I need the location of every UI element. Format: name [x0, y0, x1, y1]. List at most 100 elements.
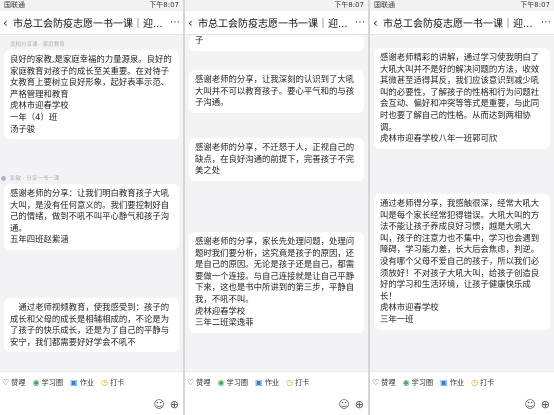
group-title: 市总工会防疫志愿一书一课｜迎...: [13, 19, 163, 30]
tool-like[interactable]: ♡ 赞哩: [372, 378, 396, 388]
title-bar: ‹ 市总工会防疫志愿一书一课｜迎... ⋯: [370, 11, 554, 35]
plus-icon[interactable]: ⊕: [541, 398, 550, 411]
plus-icon[interactable]: ⊕: [355, 398, 364, 411]
post-card[interactable]: 通过老师视频教育，使我感受到：孩子的成长和父母的成长是相辅相成的，不论是为了孩子…: [0, 297, 183, 353]
circle-icon: ◉: [32, 378, 40, 387]
tool-checkin[interactable]: ◷ 打卡: [101, 378, 124, 388]
tool-study-circle[interactable]: ◉ 学习圈: [218, 378, 249, 388]
carrier-label: 国联通: [374, 1, 395, 9]
input-bar: ☺ ⊕: [0, 393, 183, 415]
homework-icon: ▣: [70, 378, 78, 387]
bottom-toolbar: ♡ 赞哩 ◉ 学习圈 ▣ 作业 ◷ 打卡: [0, 371, 183, 393]
title-bar: ‹ 市总工会防疫志愿一书一课｜迎... ⋯: [0, 11, 183, 35]
input-bar: ☺ ⊕: [370, 393, 554, 415]
group-title: 市总工会防疫志愿一书一课｜迎...: [383, 19, 533, 30]
tool-label: 赞哩: [381, 377, 396, 387]
homework-icon: ▣: [255, 378, 263, 387]
circle-icon: ◉: [217, 378, 225, 387]
tool-label: 打卡: [110, 377, 125, 387]
circle-icon: ◉: [402, 378, 410, 387]
post-card[interactable]: 龙柏分享课 · 家庭教育 良好的家教,是家庭幸福的力量源泉。良好的家庭教育对孩子…: [0, 41, 183, 140]
like-icon: ♡: [187, 378, 195, 387]
back-arrow-icon[interactable]: ‹: [3, 16, 13, 30]
clock-label: 下午8:07: [149, 1, 179, 9]
post-body: 感谢老师的分享，家长先处理问题，处理问题时我们要分析，这究竟是孩子的原因，还是自…: [195, 236, 355, 328]
more-icon[interactable]: ⋯: [170, 17, 180, 28]
post-body: 良好的家教,是家庭幸福的力量源泉。良好的家庭教育对孩子的成长至关重要。在对待子女…: [10, 54, 172, 134]
tool-homework[interactable]: ▣ 作业: [255, 378, 279, 388]
post-meta: 彭敏 · 分享一书一课: [10, 176, 60, 182]
post-body: 感谢老师的分享：让我们明白教育孩子大吼大叫，是没有任何意义的。我们要控制好自己的…: [10, 188, 170, 245]
tool-label: 作业: [79, 377, 95, 387]
tool-checkin[interactable]: ◷ 打卡: [471, 378, 494, 388]
post-body: 感谢老师的分享，不迁怒于人，正视自己的缺点，在良好沟通的前提下，完善孩子不完美之…: [195, 142, 355, 176]
post-text: 通过老师视频教育，使我感受到：孩子的成长和父母的成长是相辅相成的，不论是为了孩子…: [4, 298, 179, 353]
emoji-icon[interactable]: ☺: [153, 398, 164, 411]
emoji-icon[interactable]: ☺: [338, 398, 349, 411]
clock-label: 下午8:07: [334, 1, 364, 9]
post-card[interactable]: 彭敏 · 分享一书一课 感谢老师的分享：让我们明白教育孩子大吼大叫，是没有任何意…: [0, 175, 183, 250]
bottom-toolbar: ♡ 赞哩 ◉ 学习圈 ▣ 作业 ◷ 打卡: [185, 371, 368, 393]
tool-like[interactable]: ♡ 赞哩: [187, 378, 211, 388]
message-feed[interactable]: 感谢老师精彩的讲解，通过学习使我明白了大吼大叫并不是好的解决问题的方法，收效其微…: [370, 35, 554, 371]
phone-screen-1: 国联通 下午8:07 ‹ 市总工会防疫志愿一书一课｜迎... ⋯ 龙柏分享课 ·…: [0, 0, 183, 415]
tool-study-circle[interactable]: ◉ 学习圈: [33, 378, 64, 388]
checkin-icon: ◷: [286, 378, 294, 387]
tool-homework[interactable]: ▣ 作业: [70, 378, 94, 388]
homework-icon: ▣: [440, 378, 448, 387]
tool-label: 打卡: [480, 377, 495, 387]
post-text: 感谢老师的分享，让我深刻的认识到了大吼大叫并不可以教育孩子。要心平气和的与孩子沟…: [189, 70, 364, 113]
tool-label: 赞哩: [196, 377, 211, 387]
back-arrow-icon[interactable]: ‹: [188, 16, 198, 30]
input-bar: ☺ ⊕: [185, 393, 368, 415]
tool-checkin[interactable]: ◷ 打卡: [286, 378, 309, 388]
post-card[interactable]: 感谢老师精彩的讲解，通过学习使我明白了大吼大叫并不是好的解决问题的方法，收效其微…: [370, 47, 554, 149]
more-icon[interactable]: ⋯: [355, 17, 365, 28]
status-bar: 下午8:07: [185, 0, 368, 11]
carrier-label: 国联通: [4, 1, 25, 9]
status-bar: 国联通 下午8:07: [0, 0, 183, 11]
post-card[interactable]: 感谢老师的分享，让我深刻的认识到了大吼大叫并不可以教育孩子。要心平气和的与孩子沟…: [185, 69, 368, 113]
post-card[interactable]: 通过老师得分享，我感触很深，经常大吼大叫是每个家长经常犯得错误。大吼大叫的方法不…: [370, 193, 554, 330]
like-icon: ♡: [2, 378, 10, 387]
checkin-icon: ◷: [101, 378, 109, 387]
post-text: 良好的家教,是家庭幸福的力量源泉。良好的家庭教育对孩子的成长至关重要。在对待子女…: [4, 50, 179, 140]
post-body: 通过老师得分享，我感触很深，经常大吼大叫是每个家长经常犯得错误。大吼大叫的方法不…: [380, 198, 540, 324]
post-meta: 龙柏分享课 · 家庭教育: [10, 42, 65, 48]
tool-homework[interactable]: ▣ 作业: [440, 378, 464, 388]
post-body: 感谢老师的分享，让我深刻的认识到了大吼大叫并不可以教育孩子。要心平气和的与孩子沟…: [195, 74, 355, 108]
clock-label: 下午8:07: [520, 1, 550, 9]
checkin-icon: ◷: [471, 378, 479, 387]
post-text: 子: [189, 35, 364, 51]
post-text: 感谢老师的分享，不迁怒于人，正视自己的缺点，在良好沟通的前提下，完善孩子不完美之…: [189, 138, 364, 181]
post-body: 通过老师视频教育，使我感受到：孩子的成长和父母的成长是相辅相成的，不论是为了孩子…: [10, 302, 170, 347]
tool-label: 作业: [449, 377, 465, 387]
tool-label: 学习圈: [41, 377, 64, 387]
tool-label: 学习圈: [411, 377, 434, 387]
tool-label: 打卡: [295, 377, 310, 387]
post-body: 子: [195, 35, 204, 45]
title-bar: ‹ 市总工会防疫志愿一书一课｜迎... ⋯: [185, 11, 368, 35]
status-bar: 国联通 下午8:07: [370, 0, 554, 11]
post-card[interactable]: 感谢老师的分享，家长先处理问题，处理问题时我们要分析，这究竟是孩子的原因，还是自…: [185, 231, 368, 333]
emoji-icon[interactable]: ☺: [524, 398, 535, 411]
avatar[interactable]: [1, 176, 6, 181]
tool-study-circle[interactable]: ◉ 学习圈: [403, 378, 434, 388]
tool-label: 赞哩: [11, 377, 26, 387]
more-icon[interactable]: ⋯: [541, 17, 551, 28]
tool-label: 作业: [264, 377, 280, 387]
like-icon: ♡: [372, 378, 380, 387]
message-feed[interactable]: 子 感谢老师的分享，让我深刻的认识到了大吼大叫并不可以教育孩子。要心平气和的与孩…: [185, 35, 368, 371]
post-text: 通过老师得分享，我感触很深，经常大吼大叫是每个家长经常犯得错误。大吼大叫的方法不…: [374, 194, 550, 330]
post-fragment: 子: [185, 35, 368, 51]
post-body: 感谢老师精彩的讲解，通过学习使我明白了大吼大叫并不是好的解决问题的方法，收效其微…: [380, 52, 540, 144]
phone-screen-3: 国联通 下午8:07 ‹ 市总工会防疫志愿一书一课｜迎... ⋯ 感谢老师精彩的…: [370, 0, 554, 415]
message-feed[interactable]: 龙柏分享课 · 家庭教育 良好的家教,是家庭幸福的力量源泉。良好的家庭教育对孩子…: [0, 35, 183, 371]
back-arrow-icon[interactable]: ‹: [373, 16, 383, 30]
post-text: 感谢老师的分享，家长先处理问题，处理问题时我们要分析，这究竟是孩子的原因，还是自…: [189, 232, 364, 333]
bottom-toolbar: ♡ 赞哩 ◉ 学习圈 ▣ 作业 ◷ 打卡: [370, 371, 554, 393]
post-card[interactable]: 感谢老师的分享，不迁怒于人，正视自己的缺点，在良好沟通的前提下，完善孩子不完美之…: [185, 137, 368, 181]
tool-like[interactable]: ♡ 赞哩: [2, 378, 26, 388]
plus-icon[interactable]: ⊕: [170, 398, 179, 411]
tool-label: 学习圈: [226, 377, 249, 387]
